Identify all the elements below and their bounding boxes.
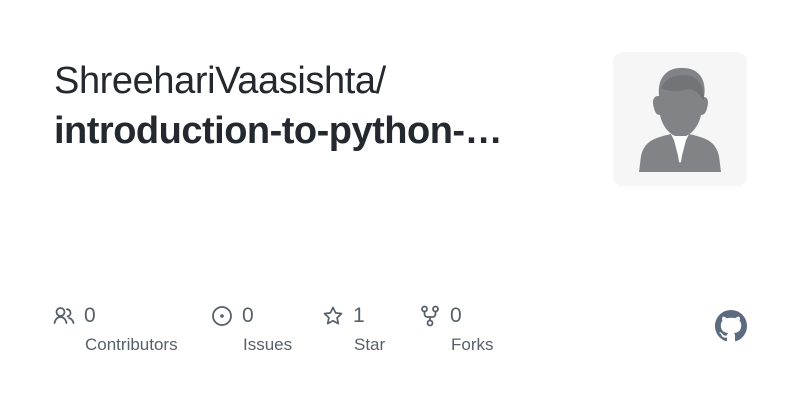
stars-count: 1 bbox=[353, 304, 365, 327]
owner-avatar bbox=[613, 52, 747, 186]
repository-social-card: ShreehariVaasishta/ introduction-to-pyth… bbox=[0, 0, 800, 400]
github-logo bbox=[715, 310, 747, 342]
forks-count: 0 bbox=[450, 304, 462, 327]
forks-row: 0 bbox=[418, 304, 462, 328]
repository-owner: ShreehariVaasishta/ bbox=[54, 60, 386, 102]
star-icon bbox=[321, 304, 345, 328]
contributors-row: 0 bbox=[52, 304, 96, 328]
contributors-count: 0 bbox=[84, 304, 96, 327]
repository-name: introduction-to-python-… bbox=[54, 110, 503, 152]
people-icon bbox=[52, 304, 76, 328]
fork-icon bbox=[418, 304, 442, 328]
stars-label: Star bbox=[354, 335, 386, 354]
issue-icon bbox=[210, 304, 234, 328]
stars-row: 1 bbox=[321, 304, 365, 328]
forks-label: Forks bbox=[451, 335, 494, 354]
issues-label: Issues bbox=[243, 335, 293, 354]
issues-row: 0 bbox=[210, 304, 254, 328]
github-logo-icon bbox=[715, 310, 747, 342]
default-avatar-icon bbox=[613, 52, 747, 186]
issues-stat: 0 Issues bbox=[210, 304, 310, 368]
stars-stat: 1 Star bbox=[321, 304, 401, 368]
issues-count: 0 bbox=[242, 304, 254, 327]
contributors-label: Contributors bbox=[85, 335, 178, 354]
forks-stat: 0 Forks bbox=[418, 304, 518, 368]
contributors-stat: 0 Contributors bbox=[52, 304, 202, 368]
